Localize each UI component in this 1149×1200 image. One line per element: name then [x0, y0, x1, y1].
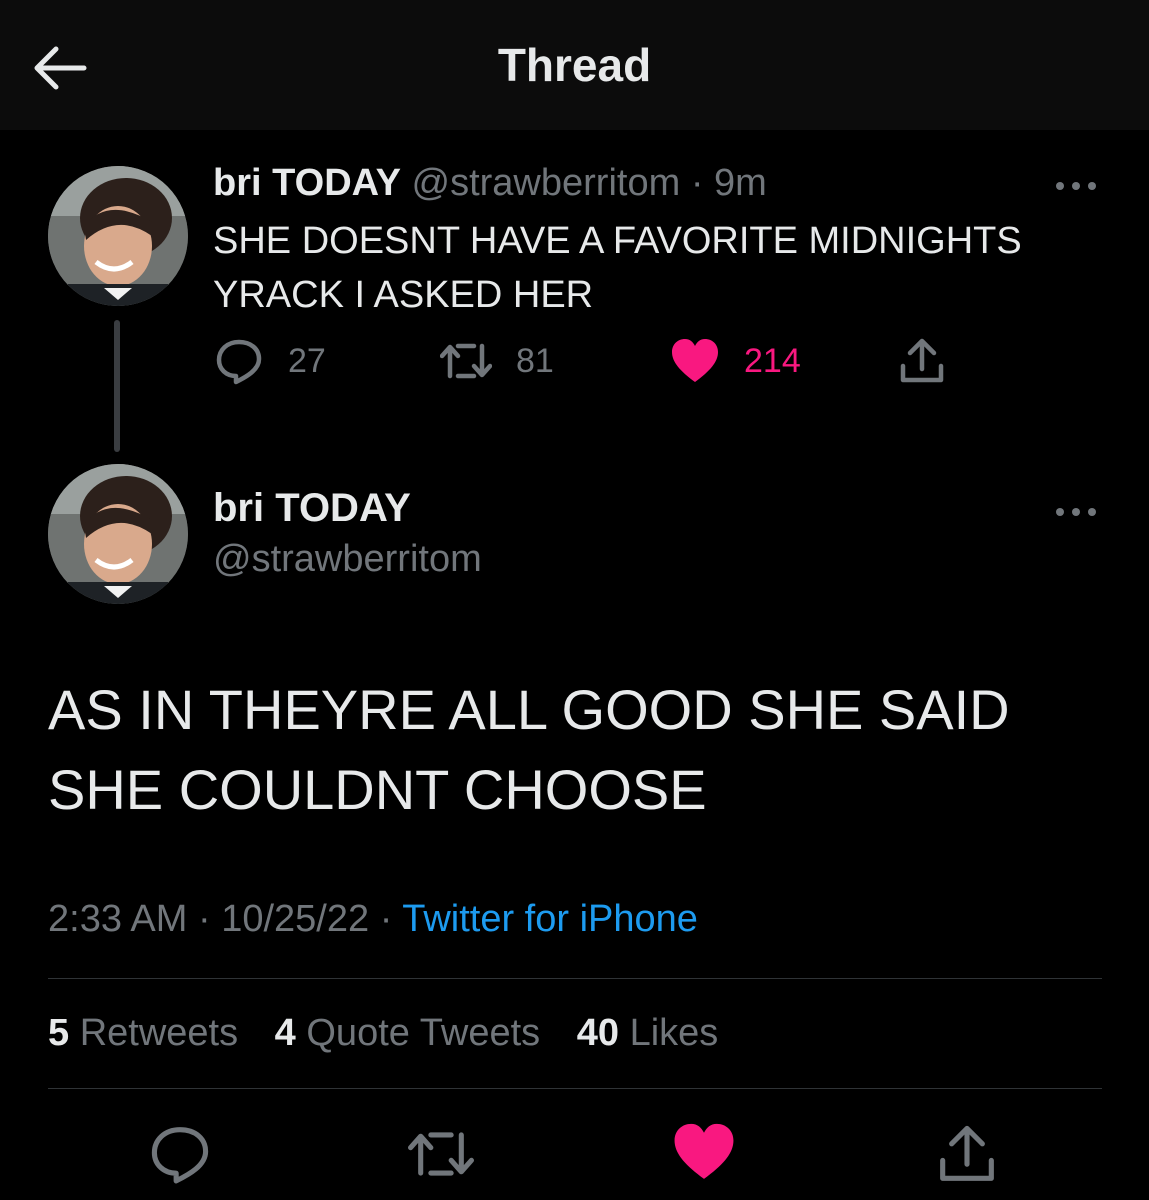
reply-count: 27 — [288, 341, 326, 380]
profile-photo — [48, 464, 188, 604]
tweet-time[interactable]: 9m — [714, 162, 767, 204]
likes-count: 40 — [576, 1012, 619, 1054]
quote-tweets-label: Quote Tweets — [306, 1012, 541, 1054]
likes-stat[interactable]: 40 Likes — [577, 1012, 719, 1054]
retweets-label: Retweets — [79, 1012, 239, 1054]
display-name[interactable]: bri TODAY — [213, 486, 411, 531]
share-icon — [940, 1125, 994, 1181]
heart-filled-icon — [674, 1123, 734, 1179]
more-dots-icon — [1056, 508, 1096, 516]
thread-header: Thread — [0, 0, 1149, 130]
tweet-meta: 2:33 AM · 10/25/22 · Twitter for iPhone — [48, 898, 698, 941]
reply-icon — [151, 1127, 209, 1184]
retweets-count: 5 — [48, 1012, 70, 1054]
tweet-date: 10/25/22 — [221, 898, 370, 940]
divider — [48, 978, 1102, 979]
display-name[interactable]: bri TODAY — [213, 162, 401, 204]
reply-button[interactable]: 27 — [214, 336, 326, 386]
share-icon — [900, 338, 944, 383]
like-button[interactable]: 214 — [670, 336, 801, 386]
heart-filled-icon — [672, 339, 718, 382]
like-button[interactable] — [672, 1122, 736, 1186]
separator: · — [197, 898, 211, 940]
reply-button[interactable] — [148, 1122, 212, 1186]
more-options-button[interactable] — [1052, 502, 1100, 522]
separator: · — [690, 162, 704, 204]
share-button[interactable] — [898, 336, 946, 386]
avatar[interactable] — [48, 464, 188, 604]
retweet-button[interactable] — [408, 1122, 474, 1186]
user-handle[interactable]: @strawberritom — [213, 538, 482, 581]
quote-tweets-stat[interactable]: 4 Quote Tweets — [275, 1012, 540, 1054]
share-button[interactable] — [936, 1122, 1000, 1186]
likes-label: Likes — [629, 1012, 719, 1054]
avatar[interactable] — [48, 166, 188, 306]
like-count: 214 — [744, 341, 801, 380]
retweet-icon — [408, 1132, 474, 1176]
tweet-text: AS IN THEYRE ALL GOOD SHE SAID SHE COULD… — [48, 678, 1010, 821]
page-title: Thread — [497, 39, 652, 91]
reply-icon — [216, 339, 262, 385]
quote-tweets-count: 4 — [274, 1012, 296, 1054]
tweet1-header: bri TODAY @strawberritom · 9m — [213, 162, 767, 205]
more-dots-icon — [1056, 182, 1096, 190]
tweet-time: 2:33 AM — [48, 898, 188, 940]
retweets-stat[interactable]: 5 Retweets — [48, 1012, 238, 1054]
tweet-source-link[interactable]: Twitter for iPhone — [402, 898, 698, 940]
retweet-button[interactable]: 81 — [440, 336, 554, 386]
separator: · — [379, 898, 393, 940]
thread-connector-line — [114, 320, 120, 452]
profile-photo — [48, 166, 188, 306]
tweet-stats: 5 Retweets 4 Quote Tweets 40 Likes — [48, 1012, 744, 1055]
user-handle[interactable]: @strawberritom — [412, 162, 681, 204]
retweet-icon — [440, 343, 492, 379]
more-options-button[interactable] — [1052, 176, 1100, 196]
tweet-text: SHE DOESNT HAVE A FAVORITE MIDNIGHTS YRA… — [213, 220, 1022, 316]
divider — [48, 1088, 1102, 1089]
retweet-count: 81 — [516, 341, 554, 380]
